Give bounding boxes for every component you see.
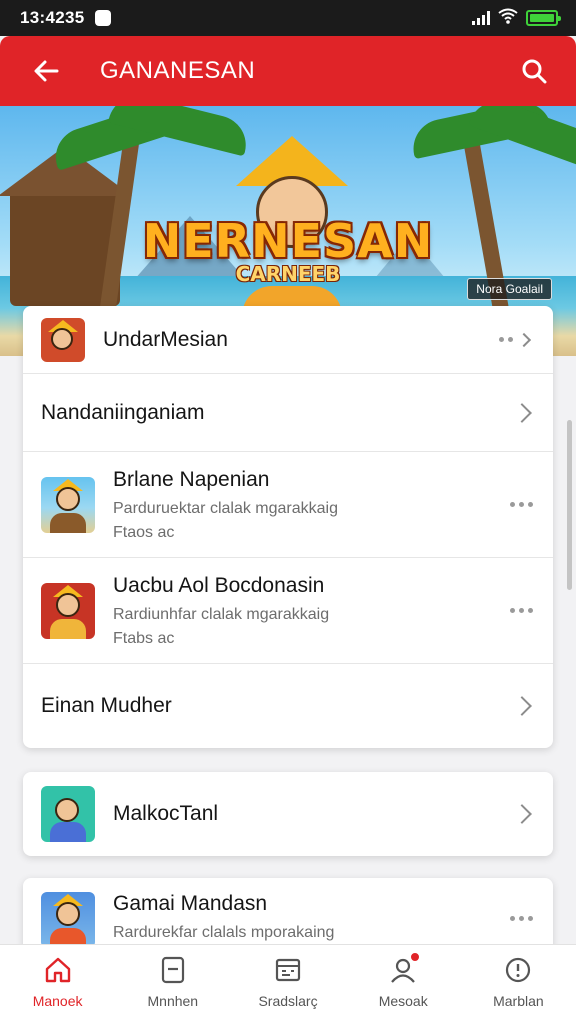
list-item-title: Brlane Napenian <box>113 467 270 491</box>
bottom-navigation: Manoek Mnnhen Sradslarç Mesoak Marblan <box>0 944 576 1024</box>
list-item-title: Einan Mudher <box>41 694 172 717</box>
nav-label: Mnnhen <box>147 993 199 1009</box>
list-card: MalkocTanl <box>23 772 553 856</box>
banner-logo-title: NERNESAN <box>142 214 434 268</box>
list-item-title: UndarMesian <box>103 327 228 351</box>
banner-tag: Nora Goalail <box>467 278 552 300</box>
list-item[interactable]: UndarMesian <box>23 306 553 374</box>
game-thumbnail <box>41 892 95 948</box>
home-icon <box>45 957 70 983</box>
nav-label: Marblan <box>493 993 544 1009</box>
status-time: 13:4235 <box>20 8 85 27</box>
search-icon <box>522 59 547 84</box>
more-options-icon[interactable] <box>510 608 533 613</box>
cellular-signal-icon <box>472 11 490 25</box>
list-item[interactable]: MalkocTanl <box>23 772 553 856</box>
nav-item-5[interactable]: Marblan <box>461 945 576 1024</box>
list-item[interactable]: Uacbu Aol Bocdonasin Rardiunhfar clalak … <box>23 558 553 664</box>
search-button[interactable] <box>514 51 554 91</box>
notification-badge <box>408 951 421 963</box>
list-item[interactable]: Einan Mudher <box>23 664 553 748</box>
list-item-title: Gamai Mandasn <box>113 892 268 915</box>
more-options-icon[interactable] <box>510 502 533 507</box>
tablet-icon <box>161 956 184 984</box>
nav-label: Sradslarç <box>258 993 318 1009</box>
list-item-subtitle: Rardurekfar clalals mporakaing <box>113 924 335 941</box>
game-thumbnail <box>41 582 95 639</box>
list-item-title: Nandaniinganiam <box>41 400 205 424</box>
calendar-icon <box>275 958 301 982</box>
nav-item-home[interactable]: Manoek <box>0 945 115 1024</box>
list-item[interactable]: Nandaniinganiam <box>23 374 553 452</box>
nav-item-3[interactable]: Sradslarç <box>230 945 345 1024</box>
list-item-subtitle: Parduruektar clalak mgarakkaig <box>113 499 338 517</box>
back-arrow-icon <box>34 60 59 82</box>
list-item-subtitle: Rardiunhfar clalak mgarakkaig <box>113 605 330 623</box>
nav-label: Manoek <box>32 993 83 1009</box>
app-bar: GANANESAN <box>0 36 576 106</box>
list-item[interactable]: Brlane Napenian Parduruektar clalak mgar… <box>23 452 553 558</box>
chevron-right-icon <box>512 696 532 716</box>
info-icon <box>506 957 531 983</box>
page-title: GANANESAN <box>100 57 256 84</box>
status-bar: 13:4235 <box>0 0 576 36</box>
more-options-icon[interactable] <box>510 916 533 921</box>
nav-item-4[interactable]: Mesoak <box>346 945 461 1024</box>
wifi-icon <box>498 8 518 29</box>
chevron-right-icon <box>512 402 532 423</box>
back-button[interactable] <box>16 36 76 106</box>
list-item-meta: Ftaos ac <box>113 523 175 541</box>
list-card: UndarMesian Nandaniinganiam Brlane Napen… <box>23 306 553 748</box>
game-thumbnail <box>41 317 85 362</box>
game-thumbnail <box>41 476 95 533</box>
nav-item-2[interactable]: Mnnhen <box>115 945 230 1024</box>
game-thumbnail <box>41 786 95 842</box>
battery-icon <box>526 10 561 26</box>
list-item-title: MalkocTanl <box>113 802 219 825</box>
status-icons <box>472 8 561 29</box>
notification-icon <box>94 10 111 26</box>
more-options-button[interactable] <box>499 332 533 347</box>
chevron-right-icon <box>516 332 532 347</box>
nav-label: Mesoak <box>378 993 428 1009</box>
list-item-meta: Ftabs ac <box>113 629 175 647</box>
scrollbar[interactable] <box>567 420 572 590</box>
list-item-title: Uacbu Aol Bocdonasin <box>113 573 325 597</box>
chevron-right-icon <box>512 804 532 824</box>
ellipsis-icon <box>499 337 513 342</box>
